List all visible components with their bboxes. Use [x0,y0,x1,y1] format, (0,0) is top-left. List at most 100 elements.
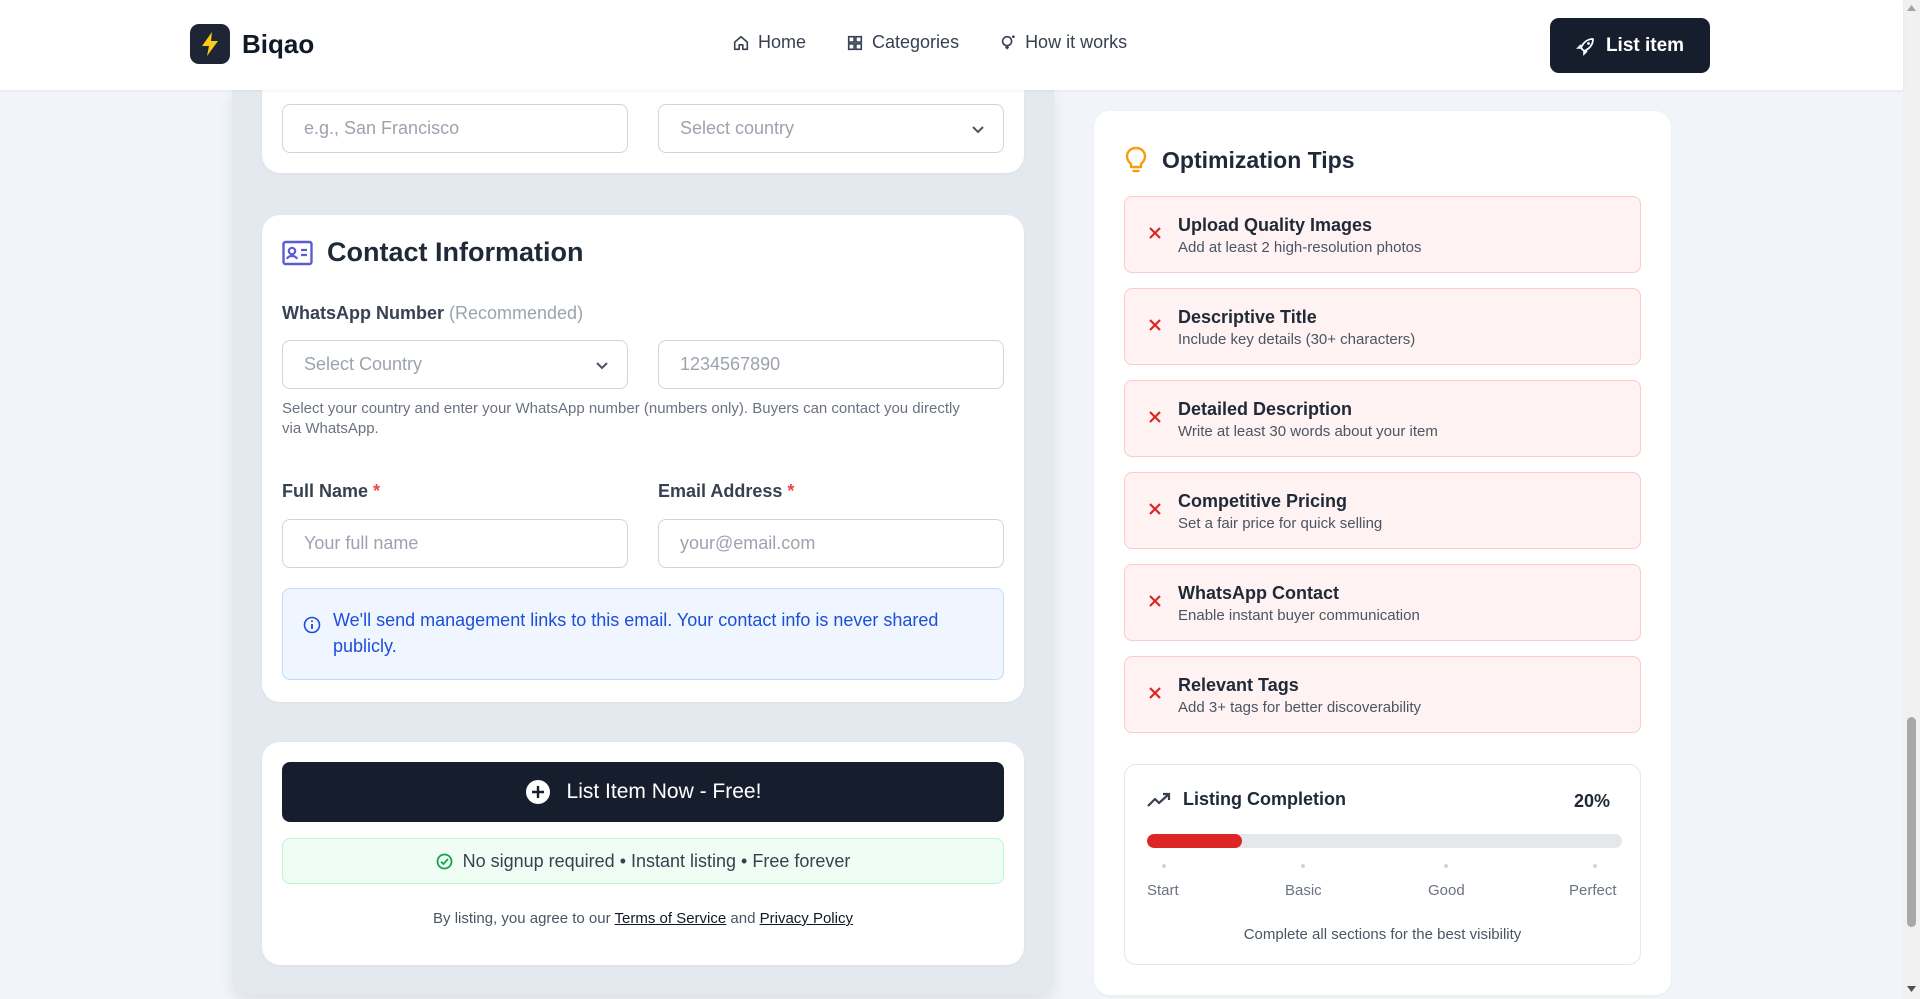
whatsapp-label-text: WhatsApp Number [282,303,444,323]
tip-title: Competitive Pricing [1178,491,1348,511]
completion-percent: 20% [1573,791,1610,811]
whatsapp-number-placeholder: 1234567890 [680,354,781,374]
full-name-label-text: Full Name [282,481,369,501]
bulb-question-icon [1001,34,1015,49]
whatsapp-number-input[interactable]: 1234567890 [658,340,1004,389]
list-item-now-label: List Item Now - Free! [566,780,762,803]
nav-home-label: Home [758,32,807,52]
terms-prefix: By listing, you agree to our [433,910,611,927]
terms-text: By listing, you agree to our Terms of Se… [262,910,1024,927]
whatsapp-country-value: Select Country [304,354,423,374]
brand-name: Biqao [242,28,315,59]
contact-card-icon [282,240,313,265]
main-nav: Home Categories How it works [732,32,1127,53]
rocket-icon [1576,37,1594,56]
tip-item: Competitive Pricing Set a fair price for… [1124,472,1641,549]
list-item-label: List item [1605,34,1685,56]
milestone-perfect: Perfect [1569,882,1617,899]
milestone-basic: Basic [1285,882,1322,899]
tip-title: Detailed Description [1178,399,1353,419]
email-input[interactable]: your@email.com [658,519,1004,568]
city-input[interactable]: e.g., San Francisco [282,104,628,153]
optimization-tips-panel: Optimization Tips Upload Quality Images … [1094,111,1671,995]
lightbulb-icon [1125,146,1147,173]
close-x-icon [1149,595,1161,607]
location-card: e.g., San Francisco Select country [262,90,1024,173]
email-info-text: We'll send management links to this emai… [333,610,939,656]
scrollbar-thumb[interactable] [1907,717,1916,927]
chevron-down-icon [972,125,984,133]
trending-up-icon [1147,792,1171,807]
tip-desc: Add 3+ tags for better discoverability [1178,699,1422,716]
progress-milestones: Start Basic Good Perfect [1147,864,1622,904]
nav-how-it-works[interactable]: How it works [999,32,1127,53]
country-select-value: Select country [680,118,795,138]
tip-item: Descriptive Title Include key details (3… [1124,288,1641,365]
tip-item: Relevant Tags Add 3+ tags for better dis… [1124,656,1641,733]
completion-title-text: Listing Completion [1183,789,1346,809]
listing-completion-card: Listing Completion 20% Start Basic Good … [1124,764,1641,965]
nav-categories-label: Categories [872,32,960,52]
submit-card: List Item Now - Free! No signup required… [262,742,1024,965]
perks-banner: No signup required • Instant listing • F… [282,838,1004,884]
country-select[interactable]: Select country [658,104,1004,153]
milestone-start: Start [1147,882,1179,899]
email-label-text: Email Address [658,481,783,501]
tip-desc: Enable instant buyer communication [1178,607,1420,624]
tips-title-text: Optimization Tips [1162,146,1355,173]
milestone-dot [1301,864,1305,868]
progress-track [1147,834,1622,848]
whatsapp-help-text: Select your country and enter your Whats… [282,400,960,437]
terms-of-service-link[interactable]: Terms of Service [615,910,727,927]
contact-card: Contact Information WhatsApp Number (Rec… [262,215,1024,702]
terms-and: and [730,910,756,927]
grid-icon [847,35,863,50]
tip-item: WhatsApp Contact Enable instant buyer co… [1124,564,1641,641]
milestone-dot [1593,864,1597,868]
completion-note: Complete all sections for the best visib… [1243,926,1522,943]
tip-desc: Add at least 2 high-resolution photos [1178,239,1422,256]
tip-title: Relevant Tags [1178,675,1299,695]
scroll-down-arrow-icon[interactable] [1907,985,1916,993]
check-badge-icon [436,853,452,869]
contact-section-title: Contact Information [282,237,584,268]
perks-text: No signup required • Instant listing • F… [462,850,851,871]
tip-desc: Include key details (30+ characters) [1178,331,1416,348]
tip-item: Detailed Description Write at least 30 w… [1124,380,1641,457]
brand[interactable]: Biqao [190,24,314,64]
tip-item: Upload Quality Images Add at least 2 hig… [1124,196,1641,273]
plus-circle-icon [525,780,550,804]
completion-title: Listing Completion [1147,789,1346,810]
nav-home[interactable]: Home [732,32,806,53]
close-x-icon [1149,227,1161,239]
full-name-input[interactable]: Your full name [282,519,628,568]
list-item-now-button[interactable]: List Item Now - Free! [282,762,1004,822]
tip-desc: Set a fair price for quick selling [1178,515,1383,532]
milestone-dot [1444,864,1448,868]
tip-desc: Write at least 30 words about your item [1178,423,1438,440]
list-item-button[interactable]: List item [1550,18,1710,73]
email-info-box: We'll send management links to this emai… [282,588,1004,680]
city-placeholder: e.g., San Francisco [304,118,460,138]
tip-title: Upload Quality Images [1178,215,1373,235]
home-icon [733,35,749,50]
required-asterisk: * [373,481,381,501]
whatsapp-country-select[interactable]: Select Country [282,340,628,389]
close-x-icon [1149,687,1161,699]
scroll-up-arrow-icon[interactable] [1907,4,1916,12]
lightning-logo-icon [190,24,230,64]
privacy-policy-link[interactable]: Privacy Policy [760,910,853,927]
close-x-icon [1149,411,1161,423]
whatsapp-label: WhatsApp Number (Recommended) [282,303,583,324]
progress-fill [1147,834,1242,848]
recommended-hint: (Recommended) [449,303,584,323]
close-x-icon [1149,503,1161,515]
full-name-placeholder: Your full name [304,533,419,553]
page-scrollbar[interactable] [1903,0,1920,999]
milestone-good: Good [1428,882,1465,899]
nav-categories[interactable]: Categories [846,32,959,53]
milestone-dot [1162,864,1166,868]
required-asterisk: * [787,481,795,501]
close-x-icon [1149,319,1161,331]
top-header: Biqao Home Categories How it works List … [0,0,1903,90]
